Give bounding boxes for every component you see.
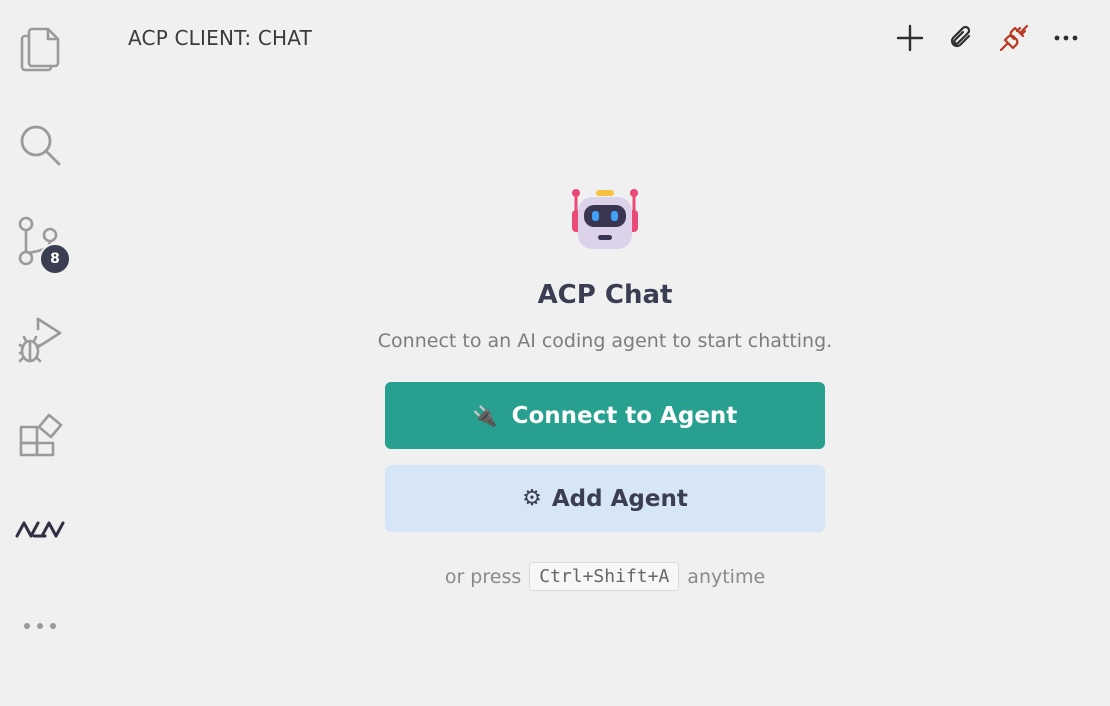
hint-prefix: or press (444, 565, 522, 588)
connect-to-agent-label: Connect to Agent (511, 402, 738, 429)
shortcut-hint: or press Ctrl+Shift+A anytime (445, 562, 765, 591)
app-window: 8 ACP CLIENT: CHAT ACP Chat Connect to a… (0, 0, 1110, 706)
activity-more[interactable] (0, 594, 80, 658)
acp-logo-icon (15, 521, 65, 538)
connection-status-button[interactable] (988, 20, 1040, 56)
panel-title: ACP CLIENT: CHAT (128, 26, 312, 50)
files-icon (20, 27, 60, 72)
activity-explorer[interactable] (0, 17, 80, 81)
hint-suffix: anytime (687, 565, 766, 588)
robot-icon (572, 189, 638, 249)
activity-bar: 8 (0, 0, 80, 706)
new-chat-button[interactable] (884, 20, 936, 56)
disconnected-plug-icon (999, 24, 1029, 52)
search-icon (20, 125, 61, 166)
header-actions (884, 20, 1092, 56)
source-control-badge: 8 (39, 243, 71, 275)
add-agent-label: Add Agent (551, 485, 688, 512)
activity-acp[interactable] (0, 497, 80, 561)
more-actions-button[interactable] (1040, 20, 1092, 56)
ellipsis-icon (24, 623, 56, 629)
activity-extensions[interactable] (0, 402, 80, 466)
activity-search[interactable] (0, 113, 80, 177)
plus-icon (896, 24, 924, 52)
attach-button[interactable] (936, 20, 988, 56)
activity-run-debug[interactable] (0, 308, 80, 372)
paperclip-icon (950, 25, 971, 48)
welcome-title: ACP Chat (537, 280, 673, 310)
add-agent-button[interactable]: ⚙ Add Agent (385, 465, 825, 532)
connect-to-agent-button[interactable]: 🔌 Connect to Agent (385, 382, 825, 449)
extensions-icon (19, 413, 63, 457)
ellipsis-icon (1054, 35, 1078, 41)
plug-icon: 🔌 (472, 403, 498, 428)
welcome-subtitle: Connect to an AI coding agent to start c… (377, 330, 833, 352)
welcome-panel: ACP Chat Connect to an AI coding agent t… (100, 180, 1110, 591)
gear-icon: ⚙ (522, 486, 542, 511)
keyboard-shortcut: Ctrl+Shift+A (529, 562, 680, 591)
run-debug-icon (18, 317, 62, 363)
